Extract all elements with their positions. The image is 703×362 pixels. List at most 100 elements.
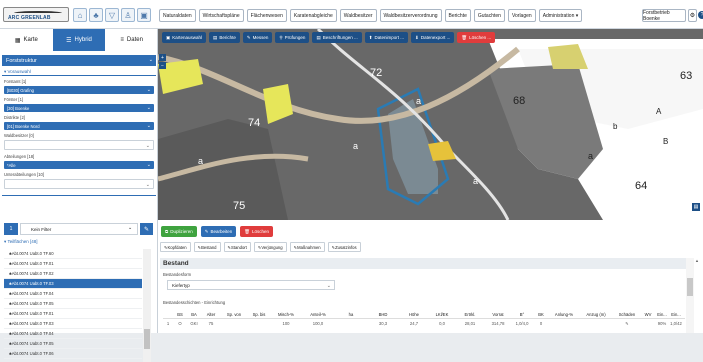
map-tool-7[interactable]: 🗑 Löschen ... — [457, 32, 496, 43]
subtab-0[interactable]: ✎ Kopfdaten — [160, 242, 191, 252]
bestandesform-select[interactable]: Kiefertyp ⌄ — [167, 280, 335, 290]
menu-waldbesitzerverordnung[interactable]: Waldbesitzerverordnung — [379, 9, 442, 22]
column-header[interactable]: Schäden — [613, 312, 641, 317]
list-item[interactable]: ♣ Abt.0074 Uabt.0 TF.01 — [4, 259, 142, 269]
column-header[interactable]: WV — [641, 312, 655, 317]
list-item[interactable]: ♣ Abt.0074 Uabt.0 TF.03 — [4, 279, 142, 289]
column-header[interactable]: BS — [173, 312, 187, 317]
unterabteilungen-select[interactable]: ⌄ — [4, 179, 154, 189]
list-item[interactable]: ♣ Abt.0074 Uabt.0 TF.05 — [4, 299, 142, 309]
menu-gutachten[interactable]: Gutachten — [473, 9, 505, 22]
subtab-3[interactable]: ✎ Verjüngung — [253, 242, 287, 252]
forstbetrieb-button[interactable]: Forstbetrieb Boenke — [642, 9, 686, 22]
home-icon[interactable]: ⌂ — [73, 8, 87, 22]
schichten-label: Bestandesschichten - Einrichtung — [163, 300, 226, 305]
subtab-5[interactable]: ✎ Zusatzinfos — [327, 242, 361, 252]
table-row[interactable]: 1 O GKI 75 100 100,0 30,3 24,7 0,0 28,01 314,78 1,0… — [163, 319, 685, 327]
map-tool-2[interactable]: ✎ Messen — [242, 32, 273, 43]
list-item[interactable]: ♣ Abt.0074 Uabt.0 TF.04 — [4, 329, 142, 339]
column-header[interactable]: Sp. bis — [247, 312, 271, 317]
column-header[interactable]: BA — [187, 312, 201, 317]
list-item[interactable]: ♣ Abt.0074 Uabt.0 TF.04 — [4, 289, 142, 299]
column-header[interactable]: Ein... — [669, 312, 683, 317]
column-header[interactable]: BK — [533, 312, 549, 317]
menu-waldbesitzer[interactable]: Waldbesitzer — [339, 9, 377, 22]
column-header[interactable]: Ein... — [655, 312, 669, 317]
map-tool-4[interactable]: ▤ Beschriftungen ... — [312, 32, 362, 43]
column-header[interactable]: B° — [511, 312, 533, 317]
list-item[interactable]: ♣ Abt.0074 Uabt.0 TF.60 — [4, 249, 142, 259]
gear-icon[interactable]: ⚙ — [688, 9, 697, 22]
list-item[interactable]: ♣ Abt.0074 Uabt.0 TF.03 — [4, 319, 142, 329]
duplizieren-button[interactable]: ⧉ Duplizieren — [161, 226, 197, 237]
scroll-up-icon[interactable]: ▲ — [695, 258, 699, 263]
tab-daten[interactable]: ≡ Daten — [105, 29, 158, 51]
column-header[interactable]: Sp. von — [221, 312, 247, 317]
column-header[interactable]: Anlung-% — [549, 312, 579, 317]
list-item[interactable]: ♣ Abt.0074 Uabt.0 TF.01 — [4, 309, 142, 319]
menu-flaechenwesen[interactable]: Flächenwesen — [246, 9, 287, 22]
list-scrollbar-thumb[interactable] — [144, 329, 150, 349]
forststruktur-header[interactable]: Forststruktur ⌄ — [2, 55, 156, 66]
column-header[interactable]: Höhe — [399, 312, 429, 317]
abteilungen-select[interactable]: *Alle ⌄ — [4, 161, 154, 169]
menu-administration[interactable]: Administration ▾ — [538, 9, 583, 22]
column-header[interactable]: BHD — [367, 312, 399, 317]
table-cell: 28,01 — [464, 320, 476, 326]
map-tool-0[interactable]: ▣ Kartenauswahl — [162, 32, 207, 43]
map-tool-6[interactable]: ⬇ Datenexport ... — [411, 32, 455, 43]
map-canvas[interactable]: 72 74 75 a a a a 68 63 64 b A B a — [158, 29, 703, 220]
subtab-4[interactable]: ✎ Maßnahmen — [289, 242, 325, 252]
unterabteilungen-label: Unterabteilungen [10] — [4, 172, 45, 177]
zoom-out-icon[interactable]: − — [159, 62, 166, 69]
image-icon[interactable]: ▣ — [137, 8, 151, 22]
waldbesitzer-select[interactable]: ⌄ — [4, 140, 154, 150]
map-view[interactable]: 72 74 75 a a a a 68 63 64 b A B a ▣ Karte… — [158, 29, 703, 220]
detail-scrollbar-thumb[interactable] — [687, 278, 693, 296]
chevron-down-icon: ⌄ — [146, 105, 151, 111]
list-item[interactable]: ♣ Abt.0074 Uabt.0 TF.02 — [4, 269, 142, 279]
bearbeiten-button[interactable]: ✎ Bearbeiten — [200, 226, 237, 237]
column-header[interactable]: LKl/EK — [429, 312, 455, 317]
layers-icon[interactable]: ▤ — [692, 203, 700, 211]
column-header[interactable]: Vorrat — [485, 312, 511, 317]
subtab-1[interactable]: ✎ Bestand — [193, 242, 221, 252]
foerster-select[interactable]: [30] Boenke ⌄ — [4, 104, 154, 112]
distrikte-select[interactable]: [01] Boenke Nord ⌄ — [4, 122, 154, 130]
teilflaechen-section[interactable]: ▾ Teilflächen [48] — [2, 239, 156, 247]
zoom-in-icon[interactable]: + — [159, 54, 166, 61]
menu-karatenabgleiche[interactable]: Karatenabgleiche — [289, 9, 337, 22]
app-logo[interactable]: ARC GREENLAB — [3, 7, 69, 22]
help-icon[interactable]: ? — [698, 11, 703, 19]
column-header[interactable]: Anteil-% — [301, 312, 335, 317]
menu-naturaldaten[interactable]: Naturaldaten — [159, 9, 196, 22]
forstamt-select[interactable]: [B030] Grafing ⌄ — [4, 86, 154, 94]
vorauswahl-section[interactable]: ▾ Vorauswahl — [2, 69, 156, 76]
map-tool-1[interactable]: ▤ Berichte — [209, 32, 240, 43]
map-tool-5[interactable]: ⬆ Datenimport ... — [364, 32, 409, 43]
map-tool-3[interactable]: ⚲ Prüfungen — [275, 32, 310, 43]
tab-karte[interactable]: ▦ Karte — [0, 29, 53, 51]
edit-icon[interactable]: ✎ — [140, 223, 153, 235]
funnel-icon[interactable]: ▽ — [105, 8, 119, 22]
map-label-74: 74 — [248, 117, 260, 129]
column-header[interactable]: Alter — [201, 312, 221, 317]
subtab-2[interactable]: ✎ Standort — [223, 242, 251, 252]
subtab-label: Kopfdaten — [167, 244, 187, 250]
tree-icon[interactable]: ♣ — [89, 8, 103, 22]
menu-berichte[interactable]: Berichte — [444, 9, 471, 22]
table-cell: 0,0 — [439, 320, 445, 326]
list-item-label: Abt.0074 Uabt.0 TF.04 — [11, 331, 54, 336]
column-header[interactable]: Ertrkl. — [455, 312, 485, 317]
column-header[interactable]: ha — [335, 312, 367, 317]
tab-hybrid[interactable]: ☰ Hybrid — [52, 29, 106, 51]
filter-input[interactable]: Kein Filter — [20, 223, 138, 235]
column-header[interactable]: Misch-% — [271, 312, 301, 317]
person-icon[interactable]: ♙ — [121, 8, 135, 22]
menu-vorlagen[interactable]: Vorlagen — [507, 9, 536, 22]
list-item[interactable]: ♣ Abt.0074 Uabt.0 TF.06 — [4, 349, 142, 359]
column-header[interactable]: Anzug (m) — [579, 312, 613, 317]
list-item[interactable]: ♣ Abt.0074 Uabt.0 TF.05 — [4, 339, 142, 349]
loeschen-button[interactable]: 🗑 Löschen — [240, 226, 274, 237]
menu-wirtschaftsplaene[interactable]: Wirtschaftspläne — [198, 9, 244, 22]
